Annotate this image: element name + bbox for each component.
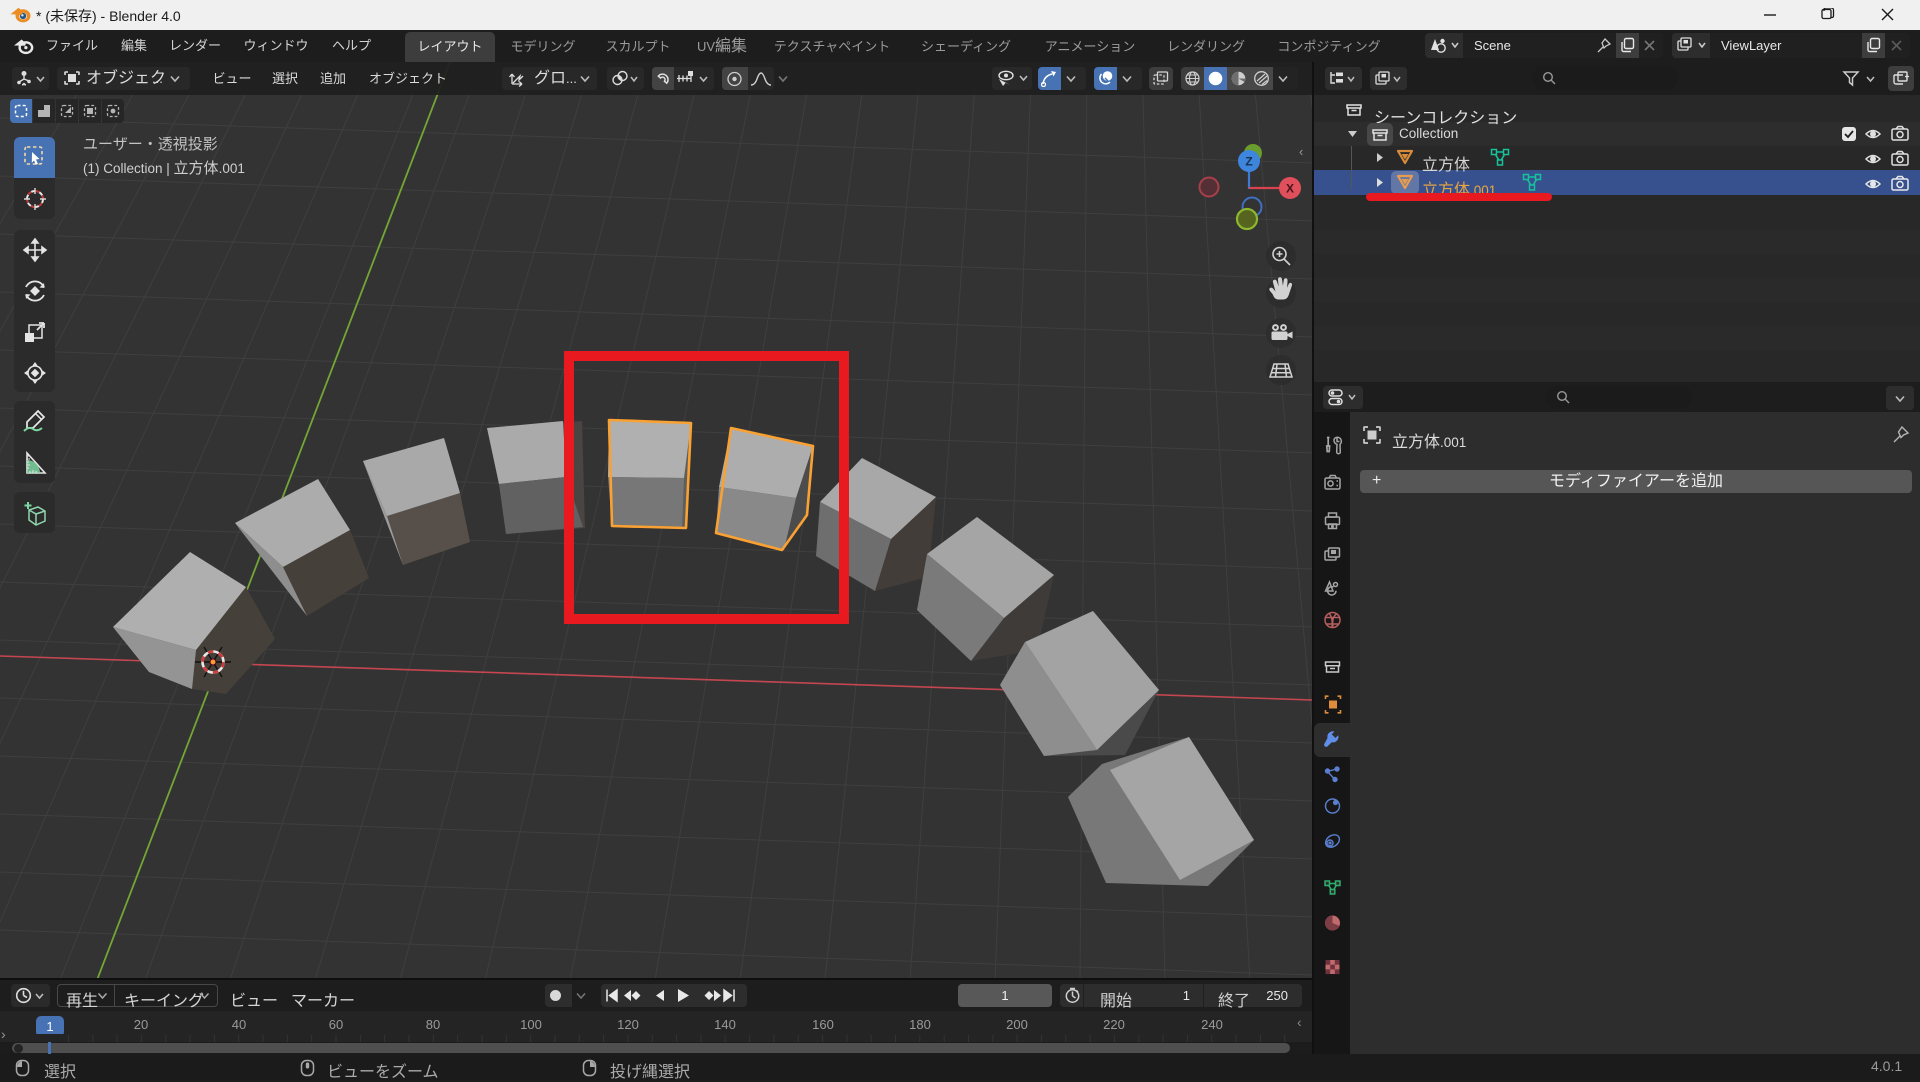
svg-text:Z: Z [1245, 155, 1252, 169]
svg-text:X: X [1286, 182, 1294, 196]
